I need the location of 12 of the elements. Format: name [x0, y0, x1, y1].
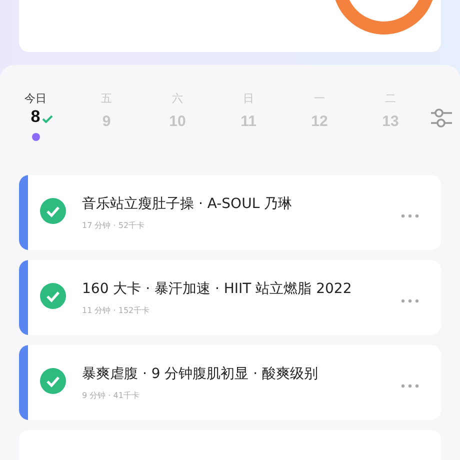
date-number: 8 — [30, 107, 40, 126]
course-card[interactable]: 160 大卡 · 暴汗加速 · HIIT 站立燃脂 2022 11 分钟 · 152千卡 — [19, 260, 441, 335]
course-title: 暴爽虐腹 · 9 分钟腹肌初显 · 酸爽级别 — [82, 364, 320, 382]
date-tab[interactable]: 今日 8 — [0, 91, 71, 141]
course-meta: 11 分钟 · 152千卡 — [82, 304, 151, 316]
course-card[interactable]: 暴爽虐腹 · 9 分钟腹肌初显 · 酸爽级别 9 分钟 · 41千卡 — [19, 345, 441, 420]
course-meta: 9 分钟 · 41千卡 — [82, 390, 140, 400]
course-card[interactable]: 音乐站立瘦肚子操 · A-SOUL 乃琳 17 分钟 · 52千卡 — [19, 175, 441, 250]
weekday-label: 今日 — [24, 91, 46, 107]
course-meta: 17 分钟 · 52千卡 — [82, 220, 146, 230]
course-title: 160 大卡 · 暴汗加速 · HIIT 站立燃脂 2022 — [82, 280, 353, 298]
course-title: 音乐站立瘦肚子操 · A-SOUL 乃琳 — [82, 194, 294, 212]
